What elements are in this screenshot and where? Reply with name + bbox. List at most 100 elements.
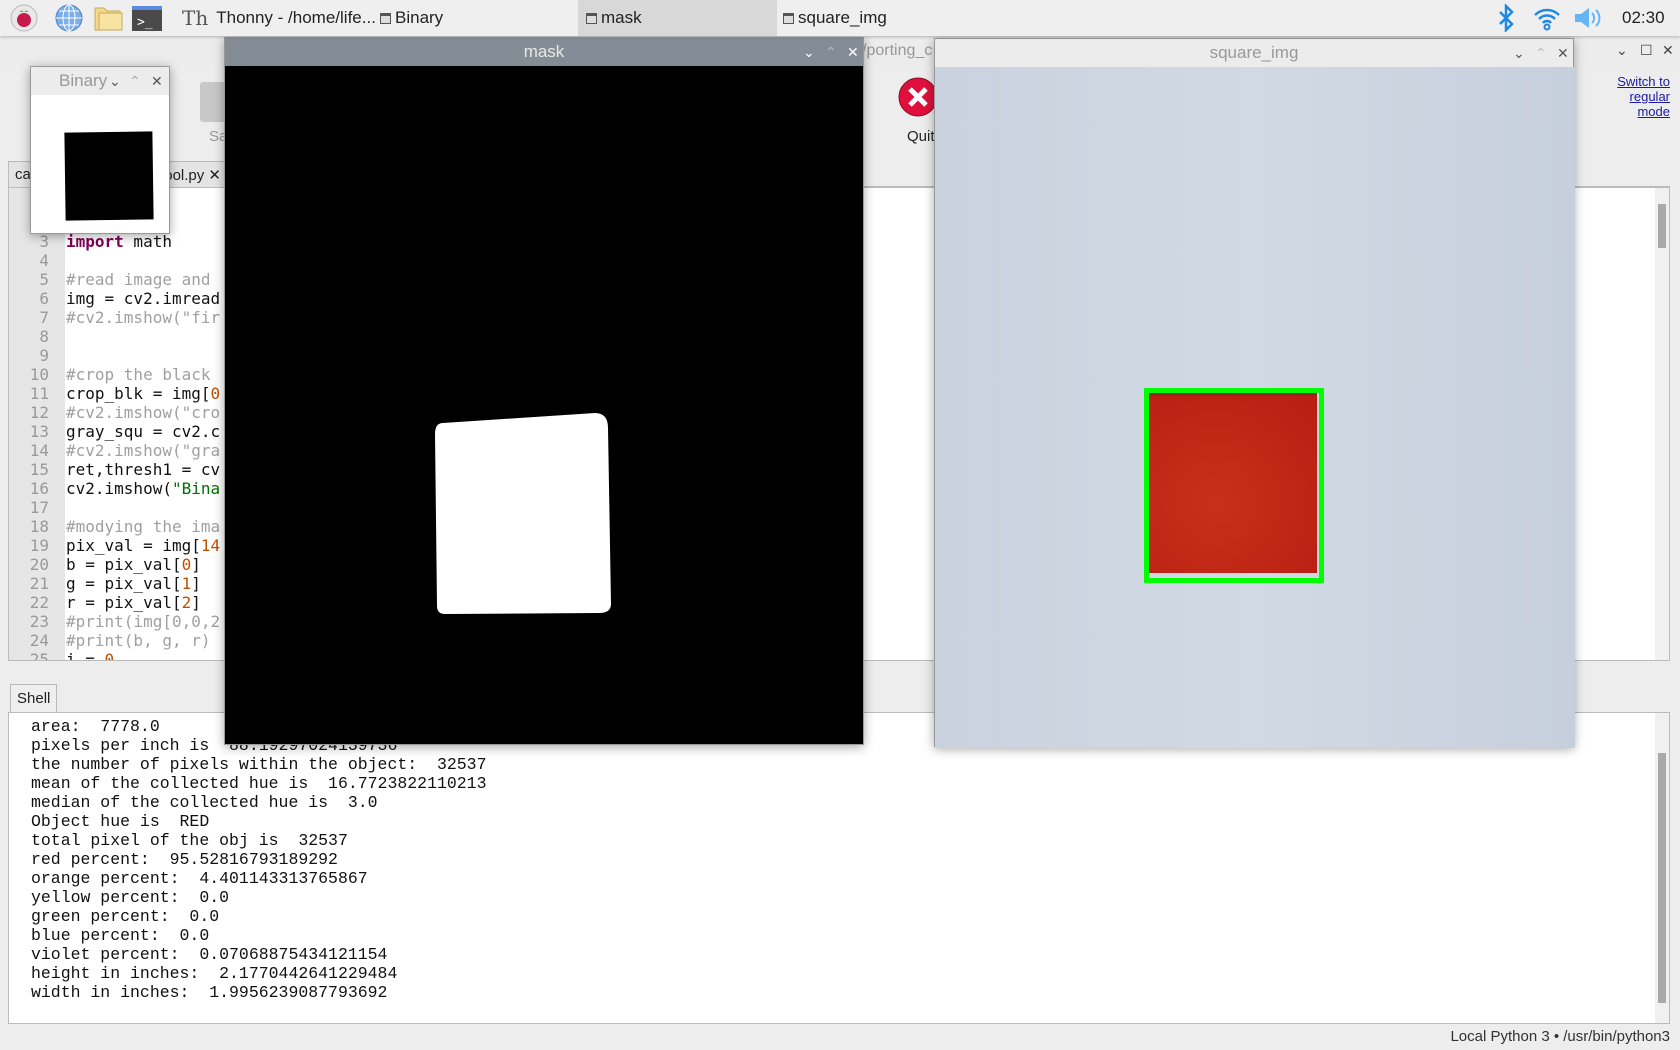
code-token: 2 xyxy=(181,593,192,612)
code-token: ] xyxy=(191,574,201,593)
quit-button-label[interactable]: Quit xyxy=(907,128,935,145)
link-line[interactable]: Switch to xyxy=(1617,74,1670,89)
line-number: 20 xyxy=(29,555,49,574)
taskbar-task-mask[interactable]: mask xyxy=(578,0,777,36)
scrollbar-thumb[interactable] xyxy=(1658,204,1666,248)
shell-line: red percent: 95.52816793189292 xyxy=(31,850,338,869)
terminal-icon[interactable]: >_ xyxy=(132,4,162,32)
code-line: r = pix_val[2] xyxy=(66,593,201,612)
code-token: crop_blk = img[ xyxy=(66,384,211,403)
switch-mode-link[interactable]: Switch to regular mode xyxy=(1617,74,1670,119)
line-number: 24 xyxy=(29,631,49,650)
taskbar-task-thonny[interactable]: Th Thonny - /home/life... xyxy=(182,0,376,36)
shell-line: violet percent: 0.07068875434121154 xyxy=(31,945,388,964)
code-token: #print(b, g, r) xyxy=(66,631,211,650)
mask-window: mask ⌄ ⌃ ✕ xyxy=(224,37,864,745)
quit-icon[interactable] xyxy=(898,77,938,117)
line-number: 10 xyxy=(29,365,49,384)
line-number: 12 xyxy=(29,403,49,422)
window-icon xyxy=(586,12,597,24)
minimize-button[interactable]: ⌄ xyxy=(1513,39,1525,67)
shell-line: mean of the collected hue is 16.77238221… xyxy=(31,774,487,793)
line-number: 9 xyxy=(39,346,49,365)
code-token: #print(img[0,0,2 xyxy=(66,612,221,631)
taskbar-task-binary[interactable]: Binary xyxy=(380,0,443,36)
task-label: square_img xyxy=(798,8,887,27)
file-manager-icon[interactable] xyxy=(93,4,123,32)
shell-line: the number of pixels within the object: … xyxy=(31,755,487,774)
shell-line: orange percent: 4.401143313765867 xyxy=(31,869,368,888)
detection-box xyxy=(1144,388,1324,583)
line-number: 3 xyxy=(39,232,49,251)
code-token: "Bina xyxy=(171,479,221,498)
close-button[interactable]: ✕ xyxy=(847,38,859,66)
code-line: #modying the ima xyxy=(66,517,220,536)
code-line: #read image and xyxy=(66,270,211,289)
editor-scrollbar[interactable] xyxy=(1655,188,1669,660)
maximize-button[interactable]: ⌃ xyxy=(1535,39,1547,67)
minimize-button[interactable]: ⌄ xyxy=(109,67,121,95)
line-number: 23 xyxy=(29,612,49,631)
task-label: Thonny - /home/life... xyxy=(216,8,376,27)
code-token: #crop the black xyxy=(66,365,211,384)
task-label: Binary xyxy=(395,8,444,27)
code-token: #cv2.imshow("gra xyxy=(66,441,221,460)
line-number: 13 xyxy=(29,422,49,441)
code-token: #read image and xyxy=(66,270,211,289)
line-number: 7 xyxy=(39,308,49,327)
shell-line: yellow percent: 0.0 xyxy=(31,888,230,907)
code-token: 0 xyxy=(181,555,192,574)
code-line: gray_squ = cv2.c xyxy=(66,422,220,441)
svg-text:>_: >_ xyxy=(137,15,153,30)
taskbar: >_ Th Thonny - /home/life... Binary mask… xyxy=(0,0,1680,36)
thonny-icon: Th xyxy=(182,6,209,30)
shell-line: Object hue is RED xyxy=(31,812,210,831)
line-number: 14 xyxy=(29,441,49,460)
square-img-window: square_img ⌄ ⌃ ✕ xyxy=(934,38,1575,748)
link-line[interactable]: regular xyxy=(1617,89,1670,104)
shell-tab[interactable]: Shell xyxy=(10,684,58,712)
code-line: #cv2.imshow("cro xyxy=(66,403,220,422)
line-number: 25 xyxy=(29,650,49,661)
taskbar-task-square-img[interactable]: square_img xyxy=(783,0,887,36)
maximize-button[interactable]: ☐ xyxy=(1640,42,1653,59)
shell-line: median of the collected hue is 3.0 xyxy=(31,793,378,812)
close-button[interactable]: ✕ xyxy=(151,67,163,95)
line-number: 6 xyxy=(39,289,49,308)
code-token: 0 xyxy=(104,650,115,661)
shell-line: green percent: 0.0 xyxy=(31,907,220,926)
line-number: 19 xyxy=(29,536,49,555)
close-button[interactable]: ✕ xyxy=(1662,42,1674,59)
binary-window: Binary ⌄ ⌃ ✕ xyxy=(30,66,170,234)
link-line[interactable]: mode xyxy=(1617,104,1670,119)
binary-image-square xyxy=(64,131,154,221)
shell-output[interactable]: area: 7778.0 pixels per inch is 88.192970… xyxy=(8,712,1670,1024)
wifi-icon[interactable] xyxy=(1533,4,1561,32)
code-token: gray_squ = cv2.c xyxy=(66,422,221,441)
web-browser-icon[interactable] xyxy=(55,4,83,32)
raspberry-menu-icon[interactable] xyxy=(10,4,38,32)
line-number: 15 xyxy=(29,460,49,479)
shell-line: blue percent: 0.0 xyxy=(31,926,210,945)
scrollbar-thumb[interactable] xyxy=(1658,753,1666,1003)
thonny-title: /porting_c xyxy=(862,42,933,59)
minimize-button[interactable]: ⌄ xyxy=(1616,42,1628,59)
maximize-button[interactable]: ⌃ xyxy=(129,67,141,95)
maximize-button[interactable]: ⌃ xyxy=(825,38,837,66)
code-token: 14 xyxy=(200,536,221,555)
clock: 02:30 xyxy=(1622,8,1665,27)
shell-scrollbar[interactable] xyxy=(1655,713,1669,1023)
line-number: 21 xyxy=(29,574,49,593)
line-number: 17 xyxy=(29,498,49,517)
code-token: #modying the ima xyxy=(66,517,221,536)
window-title: Binary xyxy=(31,67,169,95)
volume-icon[interactable] xyxy=(1573,4,1601,32)
bluetooth-icon[interactable] xyxy=(1495,2,1517,34)
close-button[interactable]: ✕ xyxy=(1557,39,1569,67)
interpreter-status[interactable]: Local Python 3 • /usr/bin/python3 xyxy=(1450,1028,1670,1045)
code-token: cv2.imshow( xyxy=(66,479,172,498)
code-token: g = pix_val[ xyxy=(66,574,182,593)
code-token: pix_val = img[ xyxy=(66,536,201,555)
minimize-button[interactable]: ⌄ xyxy=(803,38,815,66)
code-line: ret,thresh1 = cv xyxy=(66,460,220,479)
